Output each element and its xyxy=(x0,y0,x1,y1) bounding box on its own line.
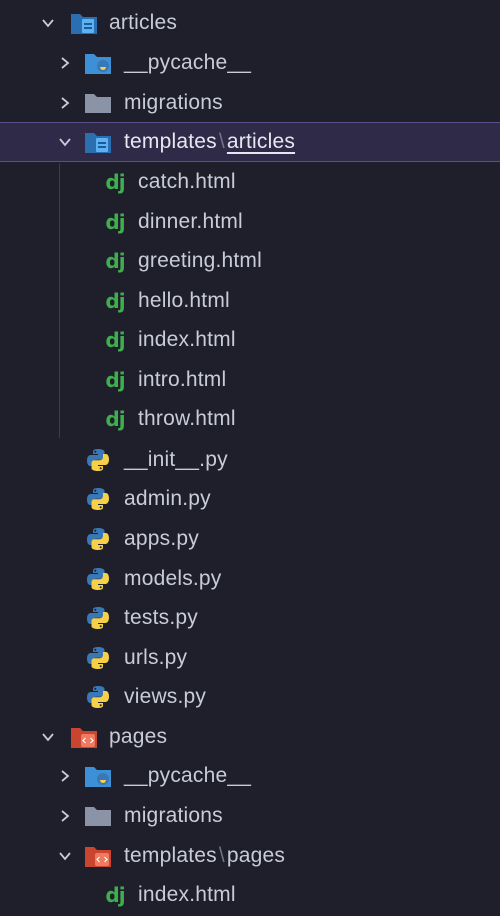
tree-item-label: migrations xyxy=(124,804,223,827)
tree-item-label: templates xyxy=(124,844,217,867)
tree-item-pages-folder[interactable]: pages xyxy=(0,717,500,757)
tree-item-file[interactable]: dj hello.html xyxy=(0,281,500,321)
python-icon xyxy=(84,525,112,553)
tree-item-migrations-folder[interactable]: migrations xyxy=(0,796,500,836)
tree-item-label: models.py xyxy=(124,567,222,590)
tree-item-file[interactable]: dj intro.html xyxy=(0,360,500,400)
tree-item-file[interactable]: dj greeting.html xyxy=(0,241,500,281)
python-icon xyxy=(84,565,112,593)
tree-item-label: catch.html xyxy=(138,170,236,193)
django-icon: dj xyxy=(105,210,125,234)
tree-item-label: index.html xyxy=(138,328,236,351)
chevron-right-icon[interactable] xyxy=(58,96,72,110)
tree-item-file[interactable]: dj dinner.html xyxy=(0,202,500,242)
django-icon: dj xyxy=(105,249,125,273)
django-icon: dj xyxy=(105,289,125,313)
tree-item-file[interactable]: dj index.html xyxy=(0,875,500,915)
folder-open-blue-icon xyxy=(84,128,112,156)
tree-item-file[interactable]: dj catch.html xyxy=(0,162,500,202)
tree-item-label-compact: templates\articles xyxy=(124,122,295,162)
tree-item-file[interactable]: models.py xyxy=(0,559,500,599)
tree-item-pycache-folder[interactable]: __pycache__ xyxy=(0,43,500,83)
tree-item-file[interactable]: dj index.html xyxy=(0,320,500,360)
tree-item-label: greeting.html xyxy=(138,249,262,272)
tree-item-label: hello.html xyxy=(138,289,230,312)
tree-item-file[interactable]: __init__.py xyxy=(0,440,500,480)
tree-item-templates-articles-folder[interactable]: templates\articles xyxy=(0,122,500,162)
tree-item-file[interactable]: tests.py xyxy=(0,598,500,638)
path-separator: \ xyxy=(218,130,225,153)
django-icon: dj xyxy=(105,368,125,392)
tree-item-label: pages xyxy=(109,725,168,748)
python-icon xyxy=(84,604,112,632)
tree-item-templates-pages-folder[interactable]: templates\pages xyxy=(0,836,500,876)
folder-python-icon xyxy=(84,762,112,790)
tree-item-label: templates xyxy=(124,130,217,153)
django-icon: dj xyxy=(105,328,125,352)
tree-item-pycache-folder[interactable]: __pycache__ xyxy=(0,756,500,796)
tree-item-label: urls.py xyxy=(124,646,188,669)
tree-item-label-compact: templates\pages xyxy=(124,836,285,876)
chevron-down-icon[interactable] xyxy=(58,135,72,149)
tree-item-label: __pycache__ xyxy=(124,764,252,787)
chevron-down-icon[interactable] xyxy=(58,849,72,863)
folder-open-blue-icon xyxy=(70,9,98,37)
python-icon xyxy=(84,446,112,474)
tree-item-label-child[interactable]: pages xyxy=(227,844,285,867)
tree-item-file[interactable]: dj throw.html xyxy=(0,399,500,439)
tree-item-label: views.py xyxy=(124,685,207,708)
folder-views-orange-icon xyxy=(70,723,98,751)
chevron-right-icon[interactable] xyxy=(58,56,72,70)
tree-item-file[interactable]: urls.py xyxy=(0,638,500,678)
tree-item-label: apps.py xyxy=(124,527,199,550)
tree-item-label: index.html xyxy=(138,883,236,906)
chevron-down-icon[interactable] xyxy=(41,16,55,30)
chevron-right-icon[interactable] xyxy=(58,769,72,783)
tree-item-label: intro.html xyxy=(138,368,227,391)
tree-item-label: articles xyxy=(109,11,178,34)
tree-item-file[interactable]: admin.py xyxy=(0,479,500,519)
django-icon: dj xyxy=(105,407,125,431)
tree-item-label: throw.html xyxy=(138,407,236,430)
tree-item-label: dinner.html xyxy=(138,210,243,233)
path-separator: \ xyxy=(218,844,225,867)
tree-item-label: tests.py xyxy=(124,606,198,629)
python-icon xyxy=(84,644,112,672)
python-icon xyxy=(84,485,112,513)
folder-views-orange-icon xyxy=(84,842,112,870)
chevron-right-icon[interactable] xyxy=(58,809,72,823)
folder-python-icon xyxy=(84,49,112,77)
tree-item-migrations-folder[interactable]: migrations xyxy=(0,83,500,123)
tree-item-file[interactable]: apps.py xyxy=(0,519,500,559)
tree-item-label: migrations xyxy=(124,91,223,114)
django-icon: dj xyxy=(105,883,125,907)
tree-item-label: admin.py xyxy=(124,487,211,510)
folder-closed-gray-icon xyxy=(84,802,112,830)
tree-item-label: __pycache__ xyxy=(124,51,252,74)
python-icon xyxy=(84,683,112,711)
tree-item-file[interactable]: views.py xyxy=(0,677,500,717)
django-icon: dj xyxy=(105,170,125,194)
folder-closed-gray-icon xyxy=(84,89,112,117)
tree-item-articles-folder[interactable]: articles xyxy=(0,3,500,43)
chevron-down-icon[interactable] xyxy=(41,730,55,744)
tree-item-label-child[interactable]: articles xyxy=(227,130,295,153)
tree-item-label: __init__.py xyxy=(124,448,228,471)
file-explorer-tree: articles __pycache__ migrations template… xyxy=(0,0,500,916)
